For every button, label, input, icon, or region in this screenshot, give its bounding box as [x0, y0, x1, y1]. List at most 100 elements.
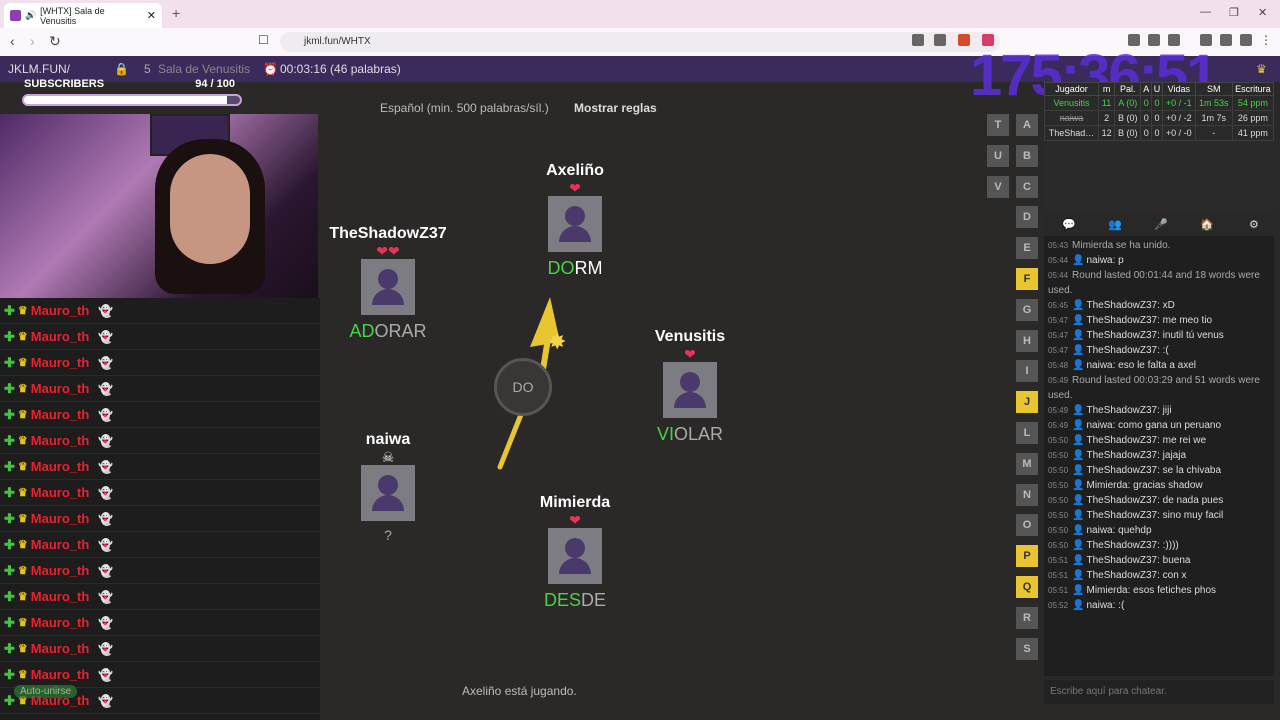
- chat-username[interactable]: TheShadowZ37:: [1086, 570, 1162, 581]
- table-cell: +0 / -0: [1161, 125, 1196, 141]
- bonus-letter: S: [1016, 637, 1038, 660]
- user-icon: 👤: [1072, 600, 1085, 611]
- ghost-icon: 👻: [98, 693, 114, 708]
- chat-username[interactable]: TheShadowZ37:: [1086, 405, 1162, 416]
- chat-username[interactable]: naiwa:: [1086, 525, 1118, 536]
- score-column-header[interactable]: Escritura: [1231, 82, 1274, 96]
- menu-icon[interactable]: ⋮: [1260, 33, 1272, 47]
- chat-username[interactable]: TheShadowZ37:: [1086, 435, 1162, 446]
- list-item: ✚ ♛ Mauro_th 👻: [0, 376, 320, 402]
- brave-shield-icon[interactable]: [958, 34, 970, 46]
- chat-message: 05:48 👤 naiwa: eso le falta a axel: [1048, 358, 1270, 373]
- chat-username[interactable]: TheShadowZ37:: [1086, 345, 1162, 356]
- user-name: Mauro_th: [30, 641, 90, 656]
- chat-username[interactable]: TheShadowZ37:: [1086, 330, 1162, 341]
- house-tab-icon[interactable]: 🏠: [1200, 218, 1214, 231]
- chat-message: 05:50 👤 TheShadowZ37: sino muy facil: [1048, 508, 1270, 523]
- plus-icon: ✚: [4, 562, 15, 578]
- table-cell: naiwa: [1044, 110, 1100, 126]
- back-icon[interactable]: ‹: [10, 33, 15, 49]
- maximize-icon[interactable]: ❐: [1229, 6, 1239, 19]
- chat-username[interactable]: naiwa:: [1086, 255, 1118, 266]
- chat-username[interactable]: naiwa:: [1086, 600, 1118, 611]
- chat-timestamp: 05:44: [1048, 256, 1069, 265]
- minimize-icon[interactable]: —: [1200, 6, 1211, 18]
- chat-username[interactable]: TheShadowZ37:: [1086, 555, 1162, 566]
- chat-username[interactable]: Mimierda:: [1086, 480, 1133, 491]
- browser-tab-bar: 🔊 [WHTX] Sala de Venusitis ✕ + — ❐ ✕: [0, 0, 1280, 28]
- score-column-header[interactable]: U: [1151, 82, 1163, 96]
- chat-username[interactable]: TheShadowZ37:: [1086, 465, 1162, 476]
- bonus-letter: A: [1016, 114, 1038, 136]
- crown-icon[interactable]: ♛: [1256, 62, 1267, 76]
- reload-icon[interactable]: ↻: [49, 33, 61, 50]
- new-tab-icon[interactable]: +: [172, 5, 180, 21]
- chat-text: eso le falta a axel: [1118, 360, 1196, 371]
- chat-username[interactable]: TheShadowZ37:: [1086, 315, 1162, 326]
- chat-username[interactable]: TheShadowZ37:: [1086, 495, 1162, 506]
- settings-gear-icon[interactable]: ⚙: [1249, 218, 1259, 231]
- score-column-header[interactable]: SM: [1194, 82, 1233, 96]
- auto-join-toggle[interactable]: Auto-unirse: [14, 685, 78, 698]
- chat-username[interactable]: naiwa:: [1086, 420, 1118, 431]
- show-rules-button[interactable]: Mostrar reglas: [574, 101, 657, 115]
- user-icon: 👤: [1072, 555, 1085, 566]
- score-column-header[interactable]: m: [1098, 82, 1116, 96]
- forward-icon[interactable]: ›: [30, 33, 35, 49]
- chat-username[interactable]: TheShadowZ37:: [1086, 510, 1162, 521]
- list-item: ✚ ♛ Mauro_th 👻: [0, 636, 320, 662]
- score-column-header[interactable]: Pal.: [1114, 82, 1142, 96]
- bookmark-icon[interactable]: ☐: [258, 33, 269, 47]
- plus-icon: ✚: [4, 380, 15, 396]
- chat-text: sino muy facil: [1162, 510, 1224, 521]
- crown-icon: ♛: [17, 643, 28, 655]
- chat-username[interactable]: naiwa:: [1086, 360, 1118, 371]
- score-column-header[interactable]: A: [1140, 82, 1153, 96]
- leo-icon[interactable]: [1240, 34, 1252, 46]
- url-field[interactable]: jkml.fun/WHTX: [280, 32, 1000, 52]
- chat-username[interactable]: TheShadowZ37:: [1086, 540, 1162, 551]
- user-icon: 👤: [1072, 540, 1085, 551]
- player-card: Mimierda ❤ DESDE: [505, 494, 645, 611]
- table-cell: 26 ppm: [1231, 110, 1274, 126]
- chat-username[interactable]: Mimierda:: [1086, 585, 1133, 596]
- chat-timestamp: 05:48: [1048, 361, 1069, 370]
- chat-input[interactable]: Escribe aquí para chatear.: [1044, 680, 1274, 704]
- close-tab-icon[interactable]: ✕: [147, 9, 156, 22]
- ghost-icon: 👻: [98, 433, 114, 448]
- dictionary-label: Español (min. 500 palabras/síl.): [380, 101, 549, 115]
- plus-icon: ✚: [4, 302, 15, 318]
- chat-message: 05:45 👤 TheShadowZ37: xD: [1048, 298, 1270, 313]
- table-cell: 0: [1140, 95, 1153, 111]
- chat-username[interactable]: TheShadowZ37:: [1086, 300, 1162, 311]
- close-window-icon[interactable]: ✕: [1258, 6, 1267, 19]
- chat-text: Round lasted 00:03:29 and 51 words were …: [1048, 375, 1260, 401]
- mic-tab-icon[interactable]: 🎤: [1154, 218, 1168, 231]
- event-list: ✚ ♛ Mauro_th 👻 ✚ ♛ Mauro_th 👻 ✚ ♛ Mauro_th 👻 ✚ ♛ Mauro…: [0, 298, 320, 720]
- table-cell: 0: [1140, 125, 1153, 141]
- score-column-header[interactable]: Jugador: [1044, 82, 1100, 96]
- user-icon: 👤: [1072, 420, 1085, 431]
- screen-icon[interactable]: [912, 34, 924, 46]
- word-highlight: DES: [543, 590, 581, 610]
- chat-timestamp: 05:47: [1048, 331, 1069, 340]
- site-name[interactable]: JKLM.FUN/: [8, 62, 70, 76]
- list-item: ✚ ♛ Mauro_th 👻: [0, 532, 320, 558]
- wallet-icon[interactable]: [1220, 34, 1232, 46]
- chat-username[interactable]: TheShadowZ37:: [1086, 450, 1162, 461]
- table-cell: 1m 53s: [1194, 95, 1233, 111]
- ghost-icon: 👻: [98, 667, 114, 682]
- browser-tab[interactable]: 🔊 [WHTX] Sala de Venusitis ✕: [4, 3, 162, 28]
- chat-text: se la chivaba: [1162, 465, 1222, 476]
- share-icon[interactable]: [934, 34, 946, 46]
- players-tab-icon[interactable]: 👥: [1108, 218, 1122, 231]
- chat-tab-icon[interactable]: 💬: [1062, 218, 1076, 231]
- table-row: TheShad… 12 B (0) 0 0 +0 / -0-41 ppm: [1044, 125, 1274, 141]
- plus-icon: ✚: [4, 484, 15, 500]
- player-card: naiwa ☠ ?: [318, 431, 458, 543]
- chat-message: 05:49 👤 TheShadowZ37: jiji: [1048, 403, 1270, 418]
- user-name: Mauro_th: [30, 381, 90, 396]
- speaker-icon: 🔊: [24, 10, 37, 20]
- bonus-letter: T: [987, 114, 1009, 136]
- score-column-header[interactable]: Vidas: [1161, 82, 1196, 96]
